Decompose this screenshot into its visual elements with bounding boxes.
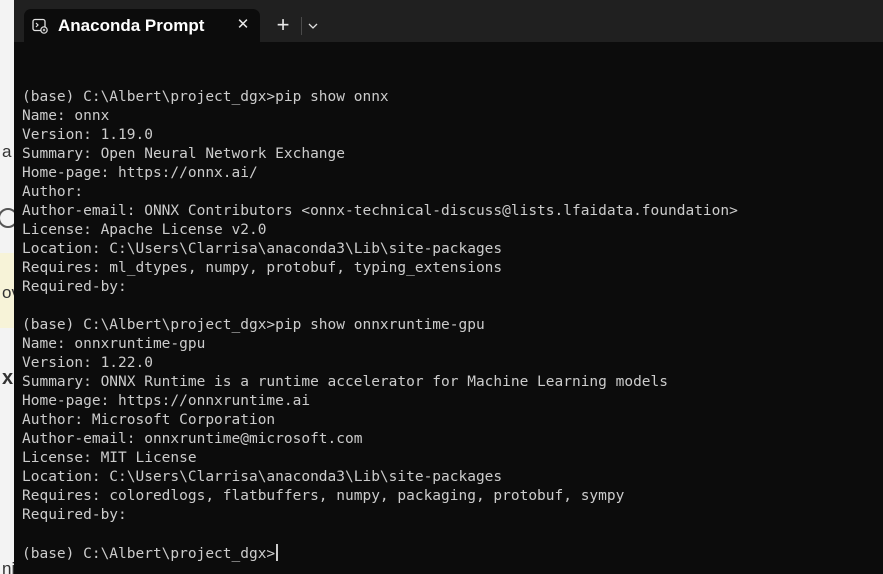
background-text-fragment: x: [2, 367, 14, 389]
terminal-app-icon: [32, 18, 48, 34]
chevron-down-icon[interactable]: [305, 15, 321, 37]
terminal-line: Author:: [22, 184, 84, 200]
terminal-line: Location: C:\Users\Clarrisa\anaconda3\Li…: [22, 469, 503, 485]
terminal-line: (base) C:\Albert\project_dgx>: [22, 544, 883, 563]
terminal-line: License: MIT License: [22, 450, 197, 466]
terminal-line: Version: 1.22.0: [22, 355, 153, 371]
terminal-line: Summary: Open Neural Network Exchange: [22, 146, 346, 162]
terminal-line: Name: onnxruntime-gpu: [22, 336, 206, 352]
terminal-line: Requires: coloredlogs, flatbuffers, nump…: [22, 488, 625, 504]
terminal-line: Author: Microsoft Corporation: [22, 412, 276, 428]
terminal-line: Author-email: onnxruntime@microsoft.com: [22, 431, 363, 447]
terminal-line: Name: onnx: [22, 108, 110, 124]
tab-title: Anaconda Prompt: [58, 15, 205, 35]
divider: [301, 17, 302, 35]
close-tab-icon[interactable]: ✕: [234, 16, 252, 34]
text-cursor: [276, 544, 279, 561]
terminal-line: Required-by:: [22, 507, 127, 523]
terminal-window: Anaconda Prompt ✕ + (base) C:\Albert\pro…: [14, 0, 883, 574]
terminal-line: License: Apache License v2.0: [22, 222, 267, 238]
terminal-line: Author-email: ONNX Contributors <onnx-te…: [22, 203, 738, 219]
title-bar[interactable]: Anaconda Prompt ✕ +: [14, 0, 883, 42]
terminal-line: Version: 1.19.0: [22, 127, 153, 143]
tab-anaconda-prompt[interactable]: Anaconda Prompt ✕: [24, 9, 260, 42]
terminal-line: Required-by:: [22, 279, 127, 295]
terminal-output[interactable]: (base) C:\Albert\project_dgx>pip show on…: [22, 69, 883, 563]
terminal-line: (base) C:\Albert\project_dgx>pip show on…: [22, 89, 389, 105]
background-text-fragment: a: [2, 142, 12, 161]
terminal-line: (base) C:\Albert\project_dgx>pip show on…: [22, 317, 485, 333]
terminal-line: Home-page: https://onnx.ai/: [22, 165, 258, 181]
terminal-line: Requires: ml_dtypes, numpy, protobuf, ty…: [22, 260, 503, 276]
terminal-line: Home-page: https://onnxruntime.ai: [22, 393, 311, 409]
terminal-line: Location: C:\Users\Clarrisa\anaconda3\Li…: [22, 241, 503, 257]
new-tab-button[interactable]: +: [270, 13, 296, 39]
terminal-line: Summary: ONNX Runtime is a runtime accel…: [22, 374, 669, 390]
